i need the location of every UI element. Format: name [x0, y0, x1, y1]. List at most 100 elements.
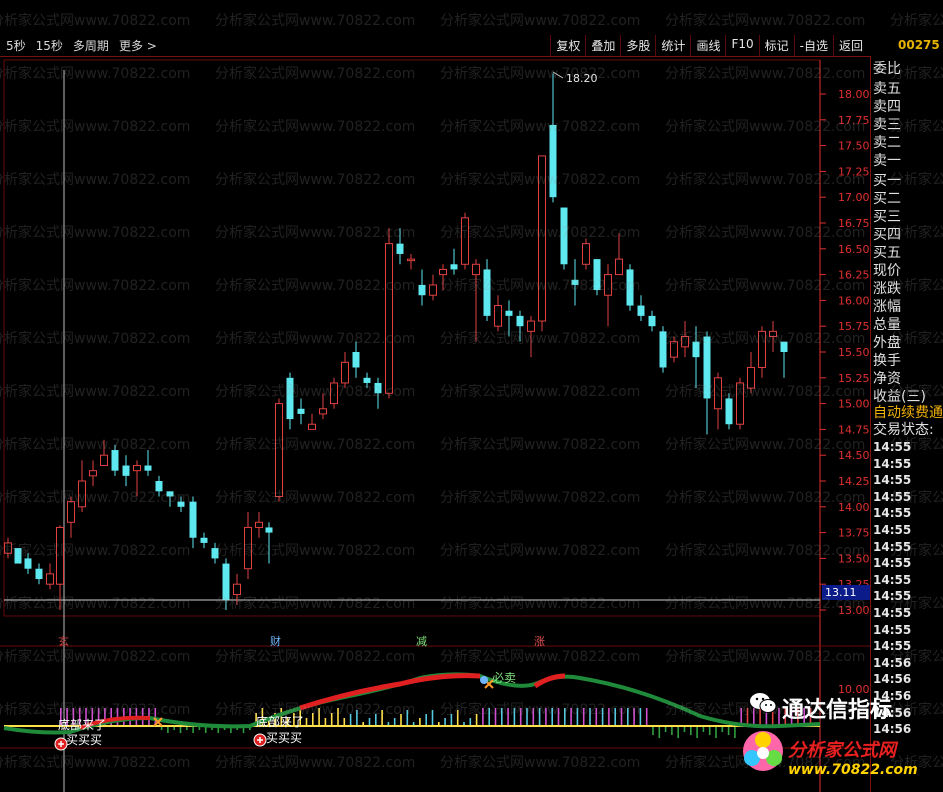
multi-period[interactable]: 多周期 [73, 37, 109, 54]
f10-button[interactable]: F10 [725, 35, 758, 56]
quote-label: 涨幅 [873, 299, 901, 315]
candle-body [385, 243, 393, 394]
indicator-curve-up [533, 673, 566, 689]
indicator-bar [192, 726, 194, 733]
back-button[interactable]: 返回 [832, 35, 868, 56]
candle-body [714, 377, 722, 410]
candle-body [341, 361, 349, 384]
candle-body [352, 352, 360, 368]
mark-button[interactable]: 标记 [758, 35, 794, 56]
axis-tick-label: 17.75 [838, 114, 870, 127]
candle-body [189, 501, 197, 538]
quote-label: 净资 [873, 371, 901, 387]
candle-body [461, 217, 469, 265]
axis-tick-label: 15.25 [838, 372, 870, 385]
indicator-bar [551, 708, 553, 726]
candle-body [14, 548, 22, 564]
candle-body [100, 454, 108, 467]
overlay-button[interactable]: 叠加 [585, 35, 620, 56]
candle-body [703, 336, 711, 399]
candle-body [233, 583, 241, 596]
draw-line-button[interactable]: 画线 [690, 35, 725, 56]
axis-tick-label: 14.00 [838, 501, 870, 514]
axis-tick-label: 17.25 [838, 165, 870, 178]
axis-tick-label: 18.00 [838, 88, 870, 101]
candle-body [35, 568, 43, 580]
candle-body [769, 330, 777, 338]
period-15s[interactable]: 15秒 [36, 37, 63, 54]
indicator-bar [696, 726, 698, 738]
tick-time: 14:55 [873, 622, 912, 637]
kline-chart[interactable]: 18.00 17.75 17.50 17.25 17.00 16.75 16.50 16.25… [0, 56, 870, 792]
candle-body [626, 269, 634, 306]
tick-time: 14:55 [873, 440, 912, 454]
candle-body [472, 263, 480, 276]
candle-body [363, 377, 371, 383]
indicator-bar [677, 726, 679, 738]
axis-tick-label: 15.50 [838, 346, 870, 359]
indicator-bar [545, 708, 547, 726]
indicator-bar [393, 718, 396, 726]
tick-time: 14:55 [873, 556, 912, 571]
axis-tick-label: 14.50 [838, 449, 870, 462]
tick-time: 14:55 [873, 572, 912, 587]
quote-label: 现价 [873, 263, 901, 279]
indicator-bar [620, 708, 623, 726]
indicator-bar [488, 708, 490, 726]
axis-tick-label: 16.00 [838, 294, 870, 307]
signal-bottom-label-2: 底部来了 [256, 715, 305, 729]
candle-body [200, 537, 208, 543]
event-marker: 减 [416, 635, 427, 648]
indicator-bar [557, 708, 560, 726]
axis-tick-label: 17.00 [838, 191, 870, 204]
indicator-bar [450, 714, 453, 726]
axis-tick-label: 13.00 [838, 604, 870, 617]
candle-body [330, 382, 338, 405]
more-menu[interactable]: 更多 > [119, 37, 157, 54]
quote-label: 委比 [873, 61, 901, 77]
period-5s[interactable]: 5秒 [6, 37, 26, 54]
quote-label: 买四 [873, 227, 901, 243]
indicator-bar [330, 713, 333, 726]
candle-body [593, 259, 601, 291]
indicator-bar [614, 708, 616, 726]
axis-tick-label: 14.25 [838, 475, 870, 488]
stats-button[interactable]: 统计 [655, 35, 690, 56]
quote-label: 外盘 [873, 335, 901, 351]
candles [4, 73, 788, 610]
candle-body [483, 269, 491, 316]
candle-body [527, 320, 535, 332]
candle-body [604, 274, 612, 296]
remove-watchlist-button[interactable]: -自选 [793, 35, 833, 56]
candle-body [418, 284, 426, 296]
multi-stock-button[interactable]: 多股 [620, 35, 655, 56]
indicator-bar [475, 714, 478, 726]
candle-body [582, 243, 590, 265]
quote-label: 买三 [873, 209, 901, 225]
quote-label: 卖三 [873, 117, 901, 133]
event-marker: 财 [270, 634, 281, 648]
candle-body [265, 527, 273, 533]
tick-time: 14:55 [873, 523, 912, 537]
tick-time: 14:55 [873, 639, 912, 654]
indicator-bar [356, 710, 358, 726]
indicator-bar [532, 708, 535, 726]
event-marker: 玄 [58, 634, 69, 648]
quote-label: 卖二 [873, 135, 901, 151]
price-axis: 18.00 17.75 17.50 17.25 17.00 16.75 16.50 16.25… [552, 71, 870, 696]
candle-body [67, 501, 75, 523]
candle-body [255, 521, 263, 528]
indicator-bar [727, 726, 730, 735]
candle-body [133, 465, 141, 472]
indicator-bar [375, 714, 377, 726]
quote-label: 卖四 [873, 99, 901, 115]
sell-signal-icon [480, 676, 488, 684]
tick-time: 14:55 [873, 506, 912, 521]
indicator-bar [570, 708, 572, 726]
trade-status-label: 交易状态: [873, 422, 934, 438]
indicator-bar [419, 718, 421, 726]
quote-panel: 委比 卖五 卖四 卖三 卖二 卖一 买一 买二 买三 买四 买五 现价 涨跌 涨幅 总量 外盘 换手 净资 收益(三… [870, 56, 943, 792]
tick-time: 14:55 [873, 489, 912, 504]
indicator-curve-up [299, 673, 481, 711]
restore-right-button[interactable]: 复权 [550, 35, 585, 56]
